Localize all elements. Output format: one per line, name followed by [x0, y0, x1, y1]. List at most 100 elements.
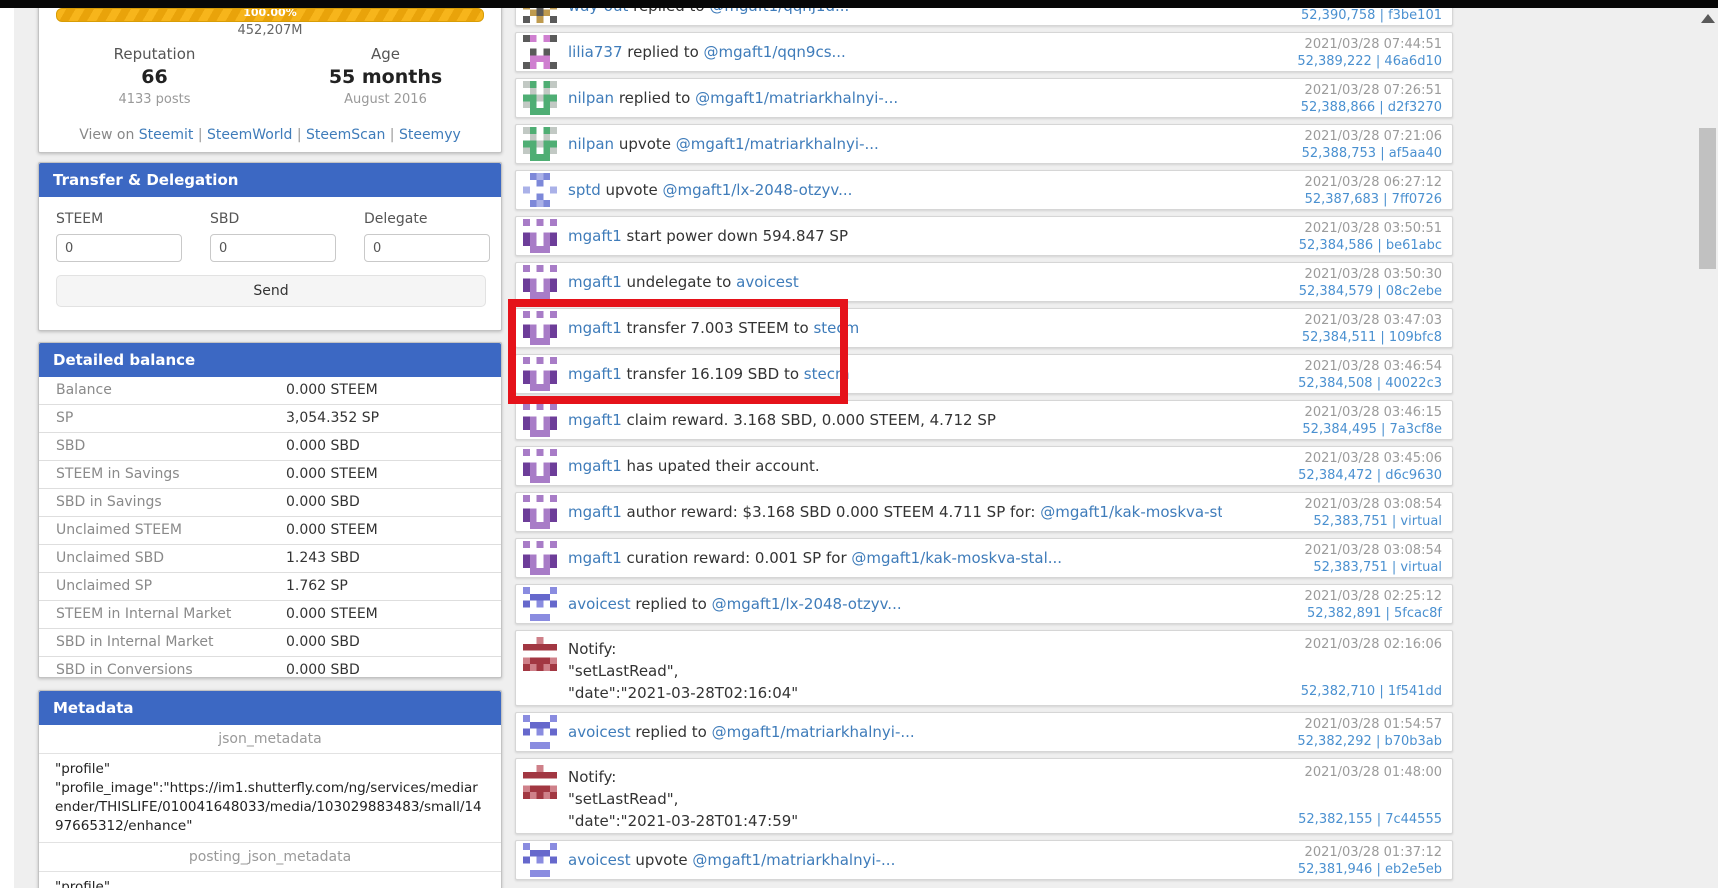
feed-row-text: mgaft1 claim reward. 3.168 SBD, 0.000 ST… — [568, 411, 996, 429]
timestamp: 2021/03/28 03:08:54 — [1304, 543, 1442, 558]
avatar-avoicest — [523, 843, 557, 877]
username-link[interactable]: mgaft1 — [568, 273, 622, 291]
block-txid-link[interactable]: 52,388,866 | d2f3270 — [1301, 100, 1442, 115]
feed-row-notify: Notify: "setLastRead", "date":"2021-03-28T… — [515, 758, 1453, 834]
block-txid-link[interactable]: 52,382,292 | b70b3ab — [1297, 734, 1442, 749]
avatar-mgaft1 — [523, 541, 557, 575]
avatar-mgaft1 — [523, 357, 557, 391]
block-txid-link[interactable]: 52,382,710 | 1f541dd — [1301, 684, 1442, 699]
timestamp: 2021/03/28 03:45:06 — [1304, 451, 1442, 466]
target-post-link[interactable]: @mgaft1/qqn9cs... — [704, 43, 846, 61]
block-txid-link[interactable]: 52,383,751 | virtual — [1313, 560, 1442, 575]
avatar-notify — [523, 637, 557, 671]
feed-row-notify: Notify: "setLastRead", "date":"2021-03-28T… — [515, 630, 1453, 706]
avatar-avoicest — [523, 587, 557, 621]
feed-row: mgaft1 claim reward. 3.168 SBD, 0.000 ST… — [515, 400, 1453, 440]
feed-row-text: mgaft1 curation reward: 0.001 SP for @mg… — [568, 549, 1063, 567]
feed-row: avoicest replied to @mgaft1/matriarkhaln… — [515, 712, 1453, 752]
target-post-link[interactable]: @mgaft1/matriarkhalnyi-... — [712, 723, 915, 741]
avatar-nilpan — [523, 81, 557, 115]
timestamp: 2021/03/28 03:46:54 — [1304, 359, 1442, 374]
timestamp: 2021/03/28 03:46:15 — [1304, 405, 1442, 420]
block-txid-link[interactable]: 52,383,751 | virtual — [1313, 514, 1442, 529]
feed-row: mgaft1 start power down 594.847 SP 2021/0… — [515, 216, 1453, 256]
username-link[interactable]: nilpan — [568, 89, 614, 107]
avatar-notify — [523, 765, 557, 799]
notify-line: "setLastRead", — [568, 790, 679, 808]
target-post-link[interactable]: stecm — [813, 319, 859, 337]
feed-row-text: mgaft1 transfer 7.003 STEEM to stecm — [568, 319, 860, 337]
feed-row-text: nilpan upvote @mgaft1/matriarkhalnyi-... — [568, 135, 879, 153]
username-link[interactable]: avoicest — [568, 851, 631, 869]
username-link[interactable]: sptd — [568, 181, 601, 199]
block-txid-link[interactable]: 52,384,511 | 109bfc8 — [1302, 330, 1442, 345]
target-post-link[interactable]: avoicest — [736, 273, 799, 291]
block-txid-link[interactable]: 52,389,222 | 46a6d10 — [1297, 54, 1442, 69]
timestamp: 2021/03/28 07:26:51 — [1304, 83, 1442, 98]
timestamp: 2021/03/28 02:25:12 — [1304, 589, 1442, 604]
target-post-link[interactable]: @mgaft1/matriarkhalnyi-... — [676, 135, 879, 153]
username-link[interactable]: mgaft1 — [568, 365, 622, 383]
username-link[interactable]: mgaft1 — [568, 411, 622, 429]
notify-text: Notify: "setLastRead", "date":"2021-03-28T… — [568, 766, 798, 832]
feed-row-text: sptd upvote @mgaft1/lx-2048-otzyv... — [568, 181, 853, 199]
feed-row: nilpan replied to @mgaft1/matriarkhalnyi… — [515, 78, 1453, 118]
notify-line: "date":"2021-03-28T02:16:04" — [568, 684, 799, 702]
block-txid-link[interactable]: 52,384,472 | d6c9630 — [1298, 468, 1442, 483]
block-txid-link[interactable]: 52,382,891 | 5fcac8f — [1307, 606, 1442, 621]
notify-line: "date":"2021-03-28T01:47:59" — [568, 812, 799, 830]
feed-row-text: mgaft1 author reward: $3.168 SBD 0.000 S… — [568, 493, 1222, 531]
target-post-link[interactable]: @mgaft1/matriarkhalnyi-... — [695, 89, 898, 107]
timestamp: 2021/03/28 07:21:06 — [1304, 129, 1442, 144]
timestamp: 2021/03/28 03:47:03 — [1304, 313, 1442, 328]
target-post-link[interactable]: @mgaft1/kak-moskva-stal... — [851, 549, 1062, 567]
username-link[interactable]: mgaft1 — [568, 549, 622, 567]
feed-row-text: nilpan replied to @mgaft1/matriarkhalnyi… — [568, 89, 899, 107]
scrollbar-up-arrow[interactable] — [1701, 14, 1715, 23]
avatar-nilpan — [523, 127, 557, 161]
block-txid-link[interactable]: 52,387,683 | 7ff0726 — [1305, 192, 1442, 207]
username-link[interactable]: nilpan — [568, 135, 614, 153]
block-txid-link[interactable]: 52,381,946 | eb2e5eb — [1298, 862, 1442, 877]
steemworld-page: 100.00% 452,207M Reputation 66 4133 post… — [0, 0, 1718, 888]
notify-line: Notify: — [568, 768, 617, 786]
block-txid-link[interactable]: 52,382,155 | 7c44555 — [1298, 812, 1442, 827]
feed-row: avoicest upvote @mgaft1/matriarkhalnyi-.… — [515, 840, 1453, 880]
timestamp: 2021/03/28 06:27:12 — [1304, 175, 1442, 190]
target-post-link[interactable]: @mgaft1/lx-2048-otzyv... — [662, 181, 852, 199]
block-txid-link[interactable]: 52,384,495 | 7a3cf8e — [1302, 422, 1442, 437]
username-link[interactable]: mgaft1 — [568, 319, 622, 337]
feed-row: mgaft1 transfer 16.109 SBD to stecm 2021/… — [515, 354, 1453, 394]
target-post-link[interactable]: @mgaft1/kak-moskva-stal... — [1040, 503, 1222, 521]
timestamp: 2021/03/28 02:16:06 — [1304, 637, 1442, 652]
block-txid-link[interactable]: 52,384,586 | be61abc — [1299, 238, 1442, 253]
avatar-mgaft1 — [523, 265, 557, 299]
feed-row: mgaft1 has upated their account. 2021/03/… — [515, 446, 1453, 486]
feed-row-text: avoicest upvote @mgaft1/matriarkhalnyi-.… — [568, 851, 896, 869]
block-txid-link[interactable]: 52,388,753 | af5aa40 — [1302, 146, 1442, 161]
avatar-lilia737 — [523, 35, 557, 69]
avatar-mgaft1 — [523, 495, 557, 529]
username-link[interactable]: avoicest — [568, 595, 631, 613]
target-post-link[interactable]: stecm — [804, 365, 850, 383]
target-post-link[interactable]: @mgaft1/lx-2048-otzyv... — [712, 595, 902, 613]
scrollbar-thumb[interactable] — [1699, 128, 1716, 269]
username-link[interactable]: lilia737 — [568, 43, 623, 61]
notify-text: Notify: "setLastRead", "date":"2021-03-28T… — [568, 638, 798, 704]
block-txid-link[interactable]: 52,384,579 | 08c2ebe — [1299, 284, 1442, 299]
timestamp: 2021/03/28 07:44:51 — [1304, 37, 1442, 52]
timestamp: 2021/03/28 03:08:54 — [1304, 497, 1442, 512]
avatar-mgaft1 — [523, 403, 557, 437]
block-txid-link[interactable]: 52,384,508 | 40022c3 — [1298, 376, 1442, 391]
username-link[interactable]: mgaft1 — [568, 503, 622, 521]
username-link[interactable]: mgaft1 — [568, 457, 622, 475]
block-txid-link[interactable]: 52,390,758 | f3be101 — [1301, 8, 1442, 23]
target-post-link[interactable]: @mgaft1/matriarkhalnyi-... — [692, 851, 895, 869]
timestamp: 2021/03/28 03:50:30 — [1304, 267, 1442, 282]
avatar-avoicest — [523, 715, 557, 749]
timestamp: 2021/03/28 03:50:51 — [1304, 221, 1442, 236]
username-link[interactable]: avoicest — [568, 723, 631, 741]
username-link[interactable]: mgaft1 — [568, 227, 622, 245]
top-black-bar — [0, 0, 1718, 8]
feed-row-text: mgaft1 has upated their account. — [568, 457, 820, 475]
